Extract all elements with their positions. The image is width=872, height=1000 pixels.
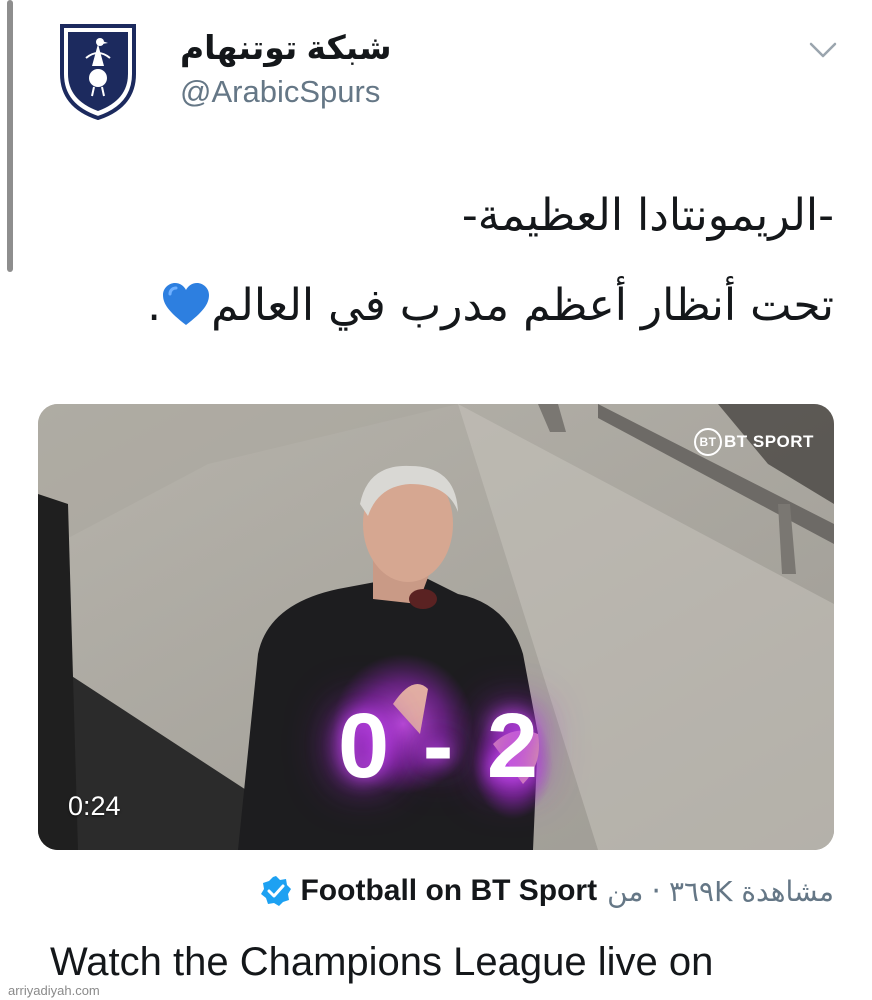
user-handle[interactable]: @ArabicSpurs	[180, 74, 380, 110]
scroll-indicator[interactable]	[7, 0, 13, 272]
avatar[interactable]	[58, 22, 138, 121]
tweet-text-line-2-text: تحت أنظار أعظم مدرب في العالم	[211, 280, 834, 331]
verified-badge-icon	[261, 876, 292, 906]
watermark: arriyadiyah.com	[8, 983, 100, 998]
score-overlay: 0 - 2	[338, 695, 543, 797]
tweet-text-line-2: تحت أنظار أعظم مدرب في العالم.	[147, 280, 834, 331]
video-player[interactable]: BT BT SPORT 0 - 2 0:24	[38, 404, 834, 850]
video-duration: 0:24	[68, 791, 121, 821]
source-account-link[interactable]: Football on BT Sport	[300, 874, 597, 908]
chevron-down-icon[interactable]	[808, 40, 838, 60]
blue-heart-icon	[163, 283, 210, 325]
bt-sport-logo: BT BT SPORT	[694, 428, 814, 456]
separator-dot: ·	[651, 873, 661, 909]
tweet-text-line-2-suffix: .	[147, 280, 162, 331]
tweet-text-line-1: -الريمونتادا العظيمة-	[461, 190, 834, 241]
bt-logo-text: BT SPORT	[724, 432, 814, 451]
video-source-row: ٣٦٩K مشاهدة · من Football on BT Sport	[260, 870, 834, 912]
from-label: من	[607, 874, 644, 908]
view-count: ٣٦٩K مشاهدة	[668, 874, 834, 908]
video-description: Watch the Champions League live on	[50, 940, 714, 984]
display-name[interactable]: شبكة توتنهام	[180, 28, 392, 67]
bt-logo-circle: BT	[694, 428, 722, 456]
spurs-crest-icon	[60, 24, 136, 121]
